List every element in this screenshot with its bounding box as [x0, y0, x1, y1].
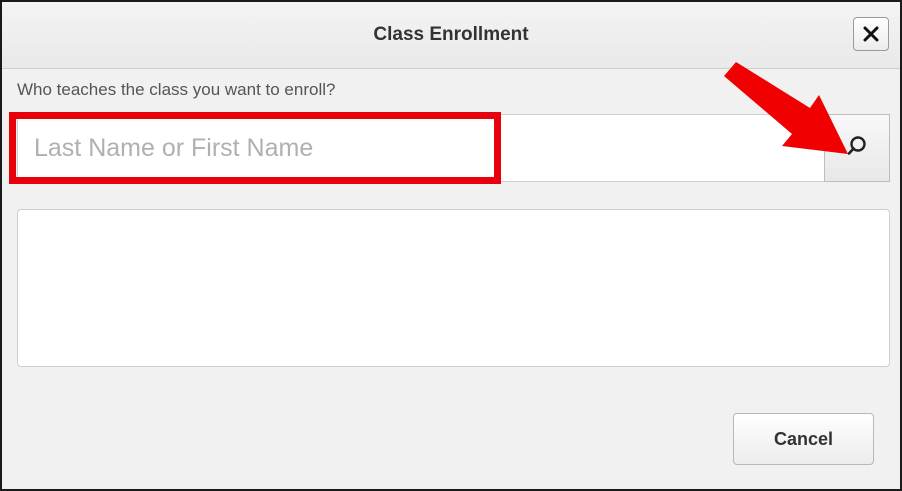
search-results-list	[17, 209, 890, 367]
close-button[interactable]	[853, 17, 889, 51]
dialog-title: Class Enrollment	[373, 24, 529, 45]
search-icon	[846, 135, 868, 162]
dialog-titlebar: Class Enrollment	[2, 2, 900, 69]
class-enrollment-dialog: Class Enrollment Who teaches the class y…	[0, 0, 902, 491]
teacher-search-input[interactable]	[17, 114, 825, 182]
search-button[interactable]	[824, 114, 890, 182]
teacher-question-label: Who teaches the class you want to enroll…	[17, 80, 336, 99]
close-icon	[863, 26, 879, 42]
cancel-button[interactable]: Cancel	[733, 413, 874, 465]
